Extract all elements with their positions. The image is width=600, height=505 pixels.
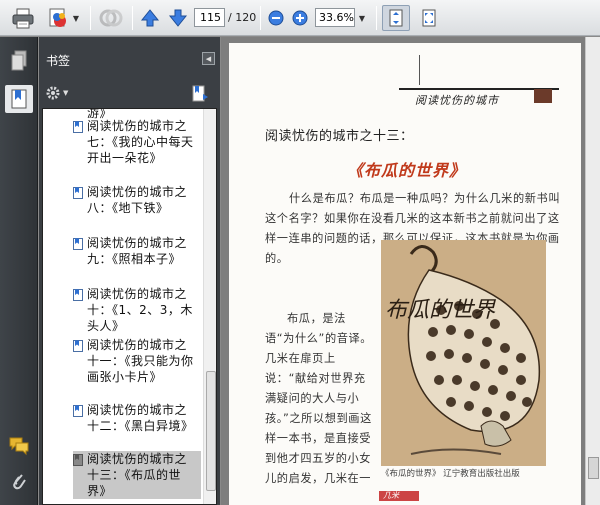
paragraph-1-continued: 什么是布瓜？布瓜是一种瓜吗？为什么几米的新书叫这个名字？如果你在没看几米的这本新… xyxy=(265,249,375,309)
bookmark-tree: 游》 阅读忧伤的城市之七：《我的心中每天开出一朵花》 阅读忧伤的城市之八：《地下… xyxy=(42,108,217,505)
zoom-dropdown-chevron-icon[interactable]: ▼ xyxy=(356,5,368,31)
running-header: 阅读忧伤的城市 xyxy=(415,94,499,107)
bookmark-item[interactable]: 阅读忧伤的城市之七：《我的心中每天开出一朵花》 xyxy=(73,118,201,182)
paragraph-1-continued-text: 什么是布瓜？布瓜是一种瓜吗？为什么几米的新书叫这个名字？如果你在没看几米的这本新… xyxy=(265,252,289,265)
toolbar-separator xyxy=(260,6,261,30)
zoom-out-icon[interactable] xyxy=(266,5,286,31)
bookmarks-panel-icon[interactable] xyxy=(5,85,33,113)
share-icon[interactable] xyxy=(95,5,127,31)
cover-title: 布瓜的世界 xyxy=(385,298,496,323)
next-page-icon[interactable] xyxy=(166,5,190,31)
bookmark-icon xyxy=(73,289,83,301)
bookmark-icon xyxy=(73,454,83,466)
prev-page-icon[interactable] xyxy=(138,5,162,31)
comments-icon[interactable] xyxy=(5,432,33,460)
document-view: 阅读忧伤的城市 阅读忧伤的城市之十三： 《布瓜的世界》 什么是布瓜？布瓜是一种瓜… xyxy=(221,37,600,505)
page-total-label: / 120 xyxy=(228,11,257,24)
chevron-down-icon[interactable]: ▼ xyxy=(73,14,79,23)
bookmark-icon xyxy=(73,405,83,417)
panel-header: 书签 ◀ xyxy=(39,37,220,80)
bookmark-item[interactable]: 阅读忧伤的城市之十二：《黑白异境》 xyxy=(73,402,201,450)
new-bookmark-icon[interactable] xyxy=(191,85,209,107)
options-gear-icon[interactable]: ▼ xyxy=(45,85,68,101)
zoom-in-icon[interactable] xyxy=(290,5,310,31)
bookmark-item[interactable]: 阅读忧伤的城市之十一：《我只能为你画张小卡片》 xyxy=(73,337,201,401)
chapter-heading: 阅读忧伤的城市之十三： xyxy=(265,129,414,144)
fit-page-icon[interactable] xyxy=(382,5,410,31)
paragraph-2: 布瓜，是法语“为什么”的音译。几米在扉页上说：“献给对世界充满疑问的大人与小孩。… xyxy=(265,309,375,489)
paragraph-2-text: 布瓜，是法语“为什么”的音译。几米在扉页上说：“献给对世界充满疑问的大人与小孩。… xyxy=(265,312,373,485)
pdf-page: 阅读忧伤的城市 阅读忧伤的城市之十三： 《布瓜的世界》 什么是布瓜？布瓜是一种瓜… xyxy=(229,43,581,505)
bookmark-icon xyxy=(73,238,83,250)
bookmark-icon xyxy=(73,340,83,352)
header-rule-vertical xyxy=(419,55,420,85)
bookmark-scrollbar-thumb[interactable] xyxy=(206,371,216,491)
document-scrollbar-thumb[interactable] xyxy=(588,457,599,479)
bookmark-item[interactable]: 阅读忧伤的城市之八：《地下铁》 xyxy=(73,184,201,232)
header-color-block xyxy=(534,89,552,103)
panel-toolbar: ▼ xyxy=(39,80,220,108)
article-title: 《布瓜的世界》 xyxy=(347,161,467,180)
bookmark-scrollbar[interactable] xyxy=(203,109,216,504)
attachments-paperclip-icon[interactable] xyxy=(5,467,33,495)
bookmark-item-selected[interactable]: 阅读忧伤的城市之十三：《布瓜的世界》 xyxy=(73,451,201,499)
panel-title: 书签 xyxy=(46,54,71,68)
document-scrollbar[interactable] xyxy=(585,37,600,505)
page-number-input[interactable] xyxy=(194,8,225,27)
book-cover-illustration: 布瓜的世界 xyxy=(381,240,546,466)
create-pdf-icon[interactable]: ▼ xyxy=(43,5,83,31)
print-icon[interactable] xyxy=(8,5,38,31)
footer-tag-text: 几米 xyxy=(383,491,399,500)
bookmark-item[interactable]: 阅读忧伤的城市之十：《1、2、3，木头人》 xyxy=(73,286,201,334)
zoom-level-input[interactable] xyxy=(315,8,355,27)
bookmark-icon xyxy=(73,187,83,199)
bookmarks-panel: 书签 ◀ ▼ 游》 阅读忧伤的城市之七：《我的心中每天开出一朵花》 阅读忧伤的城… xyxy=(39,37,220,505)
toolbar-separator xyxy=(90,6,91,30)
navigation-strip xyxy=(0,37,38,505)
figure-caption: 《布瓜的世界》 辽宁教育出版社出版 xyxy=(381,469,520,479)
collapse-panel-icon[interactable]: ◀ xyxy=(202,52,215,65)
bookmark-item[interactable]: 阅读忧伤的城市之九：《照相本子》 xyxy=(73,235,201,283)
toolbar-separator xyxy=(376,6,377,30)
toolbar-separator xyxy=(132,6,133,30)
pages-panel-icon[interactable] xyxy=(5,47,33,75)
bookmark-icon xyxy=(73,121,83,133)
main-toolbar: ▼ / 120 ▼ xyxy=(0,0,600,36)
footer-tag: 几米 xyxy=(379,491,419,501)
full-screen-icon[interactable] xyxy=(416,5,442,31)
